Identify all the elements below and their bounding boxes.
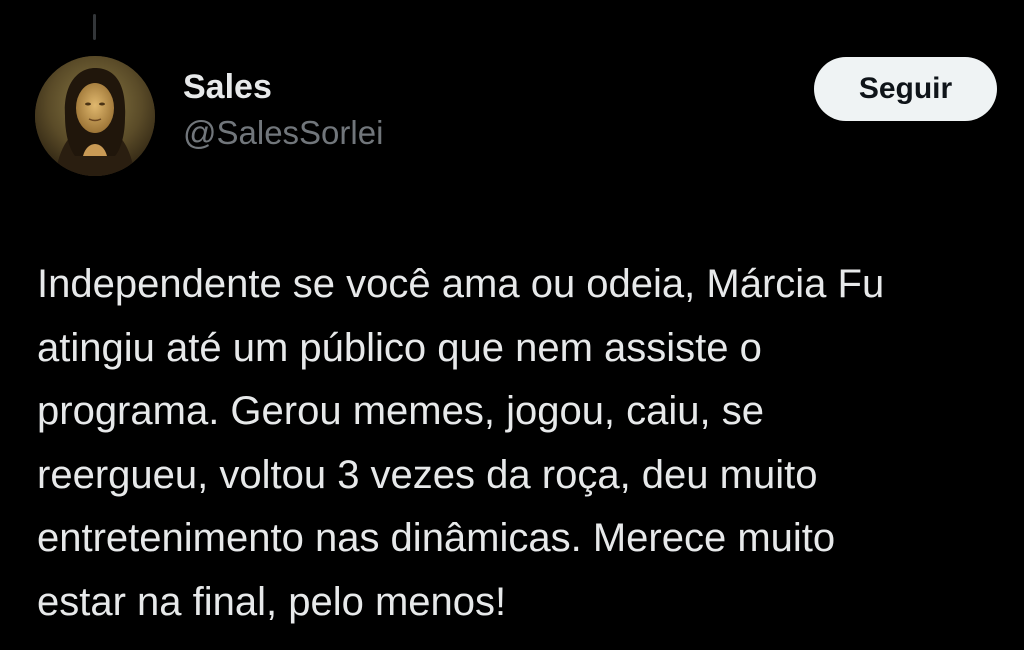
tweet-text-line: atingiu até um público que nem assiste o — [37, 325, 762, 370]
tweet-text-line: estar na final, pelo menos! — [37, 579, 507, 624]
avatar[interactable] — [35, 56, 155, 176]
author-info: Sales @SalesSorlei — [183, 64, 383, 154]
author-display-name[interactable]: Sales — [183, 64, 383, 110]
tweet-text-line: programa. Gerou memes, jogou, caiu, se — [37, 389, 765, 433]
tweet-card: Sales @SalesSorlei Seguir Independente s… — [0, 0, 1024, 650]
tweet-text: Independente se você ama ou odeia, Márci… — [37, 253, 1024, 634]
avatar-image — [35, 56, 155, 176]
tweet-text-line: entretenimento nas dinâmicas. Merece mui… — [37, 516, 836, 560]
follow-button[interactable]: Seguir — [814, 57, 997, 121]
author-handle[interactable]: @SalesSorlei — [183, 112, 383, 154]
thread-connector-line — [93, 14, 96, 40]
tweet-text-line: reergueu, voltou 3 vezes da roça, deu mu… — [37, 452, 818, 497]
tweet-text-line: Independente se você ama ou odeia, Márci… — [37, 262, 885, 306]
